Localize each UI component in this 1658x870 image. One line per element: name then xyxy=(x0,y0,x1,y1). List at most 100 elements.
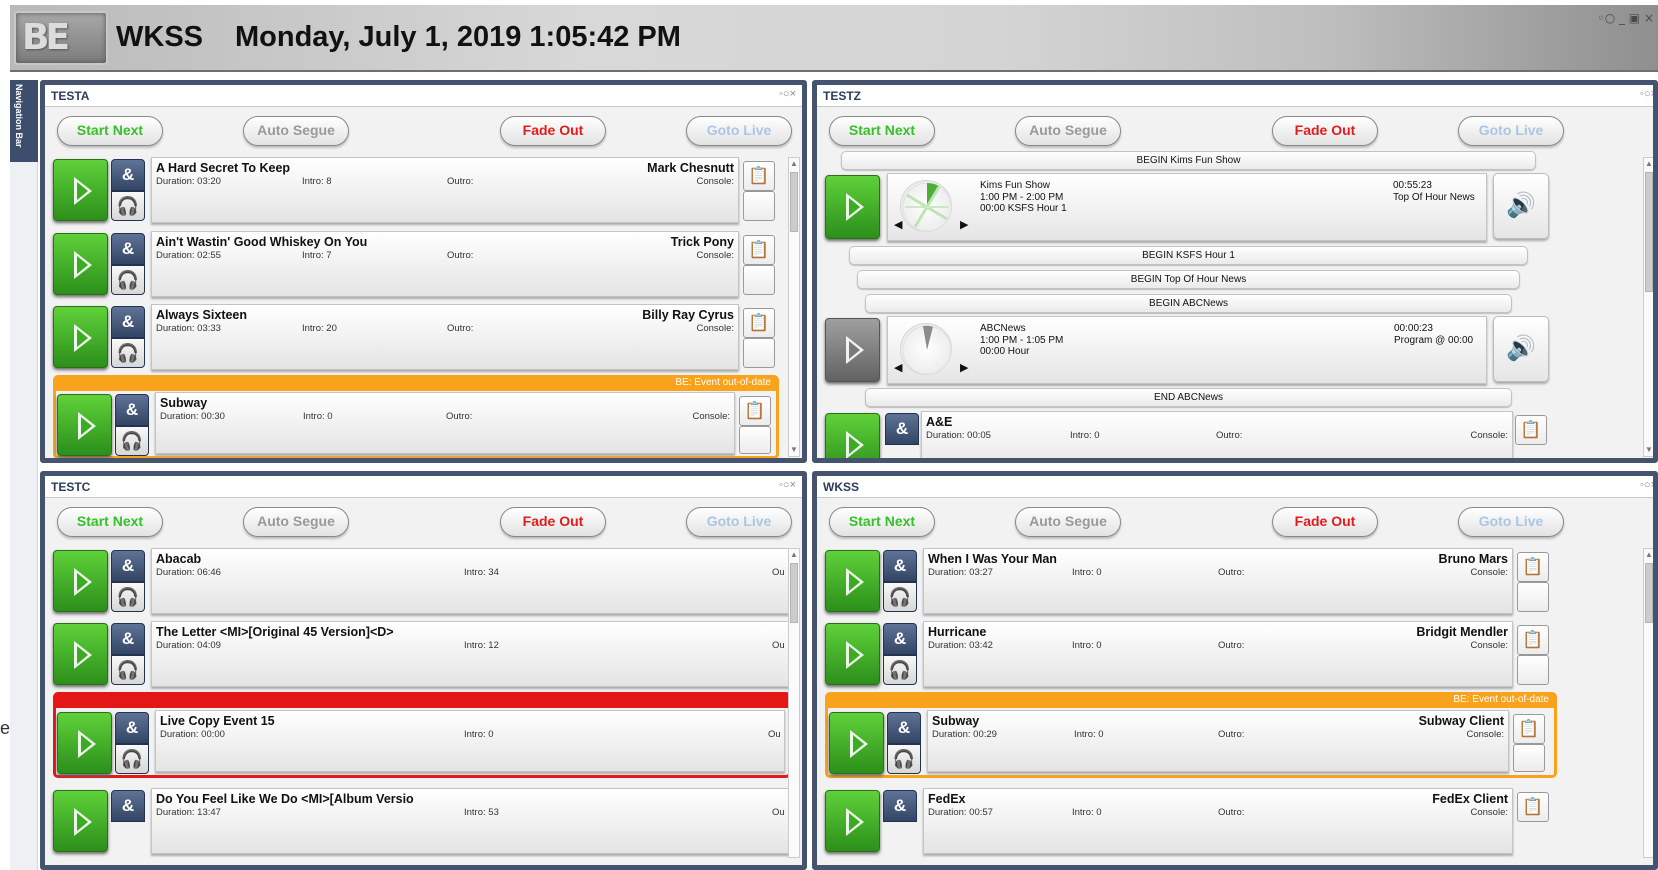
next-arrow-icon[interactable]: ▶ xyxy=(960,361,968,374)
prev-arrow-icon[interactable]: ◀ xyxy=(894,218,902,231)
row-body[interactable]: Do You Feel Like We Do <MI>[Album Versio… xyxy=(151,788,791,854)
scroll-down-icon[interactable]: ▼ xyxy=(789,444,799,456)
row-body[interactable]: Live Copy Event 15 Duration: 00:00 Intro… xyxy=(155,710,785,772)
scroll-down-icon[interactable]: ▼ xyxy=(1644,444,1653,456)
row-body[interactable]: A&E Duration: 00:05 Intro: 0 Outro: Cons… xyxy=(921,411,1513,458)
clipboard-icon[interactable]: 📋 xyxy=(1517,552,1549,582)
play-button[interactable] xyxy=(825,623,880,685)
scroll-thumb[interactable] xyxy=(1645,172,1653,292)
headphones-icon[interactable]: 🎧 xyxy=(883,655,917,685)
row-body[interactable]: The Letter <MI>[Original 45 Version]<D> … xyxy=(151,621,791,687)
fade-out-button[interactable]: Fade Out xyxy=(500,116,606,146)
scroll-up-icon[interactable]: ▲ xyxy=(1644,158,1653,170)
window-controls[interactable]: ◦○ _ ▣ × xyxy=(1598,11,1654,25)
row-side-button[interactable] xyxy=(739,426,771,454)
fade-out-button[interactable]: Fade Out xyxy=(1272,116,1378,146)
row-side-button[interactable] xyxy=(743,191,775,221)
panel-close-controls[interactable]: ◦○× xyxy=(779,88,796,100)
headphones-icon[interactable]: 🎧 xyxy=(883,582,917,612)
clipboard-icon[interactable]: 📋 xyxy=(1515,415,1547,445)
goto-live-button[interactable]: Goto Live xyxy=(686,116,792,146)
scroll-up-icon[interactable]: ▲ xyxy=(789,158,799,170)
segue-amp-button[interactable]: & xyxy=(115,712,149,744)
speaker-icon[interactable]: 🔊 xyxy=(1493,173,1549,239)
scroll-thumb[interactable] xyxy=(790,563,798,623)
auto-segue-button[interactable]: Auto Segue xyxy=(1015,507,1121,537)
segue-amp-button[interactable]: & xyxy=(883,550,917,582)
play-button[interactable] xyxy=(829,712,884,774)
play-button[interactable] xyxy=(53,233,108,295)
headphones-icon[interactable]: 🎧 xyxy=(111,582,145,612)
scrollbar[interactable]: ▲ ▼ xyxy=(788,157,800,457)
segue-amp-button[interactable]: & xyxy=(111,233,145,265)
clipboard-icon[interactable]: 📋 xyxy=(1517,792,1549,822)
prev-arrow-icon[interactable]: ◀ xyxy=(894,361,902,374)
panel-close-controls[interactable]: ◦○× xyxy=(1640,88,1653,100)
goto-live-button[interactable]: Goto Live xyxy=(1458,116,1564,146)
play-button[interactable] xyxy=(53,306,108,368)
segue-amp-button[interactable]: & xyxy=(111,550,145,582)
segment-marker[interactable]: END ABCNews xyxy=(865,388,1512,407)
play-button[interactable] xyxy=(57,712,112,774)
row-side-button[interactable] xyxy=(743,265,775,295)
play-button[interactable] xyxy=(825,175,880,239)
segue-amp-button[interactable]: & xyxy=(111,159,145,191)
play-button[interactable] xyxy=(53,550,108,612)
headphones-icon[interactable]: 🎧 xyxy=(111,191,145,221)
goto-live-button[interactable]: Goto Live xyxy=(686,507,792,537)
headphones-icon[interactable]: 🎧 xyxy=(115,744,149,774)
play-button[interactable] xyxy=(53,623,108,685)
row-body[interactable]: Subway Duration: 00:30 Intro: 0 Outro: C… xyxy=(155,392,735,454)
show-body[interactable]: ◀ ▶ ABCNews 1:00 PM - 1:05 PM 00:00 Hour… xyxy=(887,316,1487,384)
row-body[interactable]: Ain't Wastin' Good Whiskey On You Durati… xyxy=(151,231,739,297)
clipboard-icon[interactable]: 📋 xyxy=(743,308,775,338)
segment-marker[interactable]: BEGIN KSFS Hour 1 xyxy=(849,246,1528,265)
row-body[interactable]: A Hard Secret To Keep Duration: 03:20 In… xyxy=(151,157,739,223)
start-next-button[interactable]: Start Next xyxy=(57,116,163,146)
headphones-icon[interactable]: 🎧 xyxy=(111,655,145,685)
row-body[interactable]: When I Was Your Man Duration: 03:27 Intr… xyxy=(923,548,1513,614)
start-next-button[interactable]: Start Next xyxy=(829,507,935,537)
row-side-button[interactable] xyxy=(1513,744,1545,772)
headphones-icon[interactable]: 🎧 xyxy=(115,426,149,456)
scrollbar[interactable]: ▲ ▼ xyxy=(1643,157,1653,457)
fade-out-button[interactable]: Fade Out xyxy=(1272,507,1378,537)
row-side-button[interactable] xyxy=(1517,582,1549,612)
headphones-icon[interactable]: 🎧 xyxy=(111,338,145,368)
scroll-thumb[interactable] xyxy=(1645,563,1653,623)
row-body[interactable]: Abacab Duration: 06:46 Intro: 34 Ou xyxy=(151,548,791,614)
start-next-button[interactable]: Start Next xyxy=(829,116,935,146)
speaker-icon[interactable]: 🔊 xyxy=(1493,316,1549,382)
segue-amp-button[interactable]: & xyxy=(115,394,149,426)
auto-segue-button[interactable]: Auto Segue xyxy=(243,507,349,537)
play-button[interactable] xyxy=(53,159,108,221)
panel-close-controls[interactable]: ◦○× xyxy=(1640,479,1653,491)
navigation-bar-toggle[interactable]: Navigation Bar xyxy=(10,80,38,162)
play-button-disabled[interactable] xyxy=(825,318,880,382)
scroll-up-icon[interactable]: ▲ xyxy=(1644,549,1653,561)
segue-amp-button[interactable]: & xyxy=(111,790,145,822)
fade-out-button[interactable]: Fade Out xyxy=(500,507,606,537)
scrollbar[interactable]: ▲ xyxy=(1643,548,1653,858)
headphones-icon[interactable]: 🎧 xyxy=(111,265,145,295)
segue-amp-button[interactable]: & xyxy=(111,306,145,338)
next-arrow-icon[interactable]: ▶ xyxy=(960,218,968,231)
row-body[interactable]: Hurricane Duration: 03:42 Intro: 0 Outro… xyxy=(923,621,1513,687)
scroll-up-icon[interactable]: ▲ xyxy=(789,549,799,561)
play-button[interactable] xyxy=(53,790,108,852)
row-side-button[interactable] xyxy=(743,338,775,368)
clipboard-icon[interactable]: 📋 xyxy=(743,235,775,265)
segment-marker[interactable]: BEGIN ABCNews xyxy=(865,294,1512,313)
row-body[interactable]: Subway Duration: 00:29 Intro: 0 Outro: S… xyxy=(927,710,1509,772)
segue-amp-button[interactable]: & xyxy=(887,712,921,744)
clipboard-icon[interactable]: 📋 xyxy=(1513,714,1545,744)
headphones-icon[interactable]: 🎧 xyxy=(887,744,921,774)
auto-segue-button[interactable]: Auto Segue xyxy=(243,116,349,146)
row-side-button[interactable] xyxy=(1517,655,1549,685)
scrollbar[interactable]: ▲ xyxy=(788,548,800,858)
scroll-thumb[interactable] xyxy=(790,172,798,232)
row-body[interactable]: FedEx Duration: 00:57 Intro: 0 Outro: Fe… xyxy=(923,788,1513,854)
row-body[interactable]: Always Sixteen Duration: 03:33 Intro: 20… xyxy=(151,304,739,370)
play-button[interactable] xyxy=(825,550,880,612)
segue-amp-button[interactable]: & xyxy=(885,413,919,445)
